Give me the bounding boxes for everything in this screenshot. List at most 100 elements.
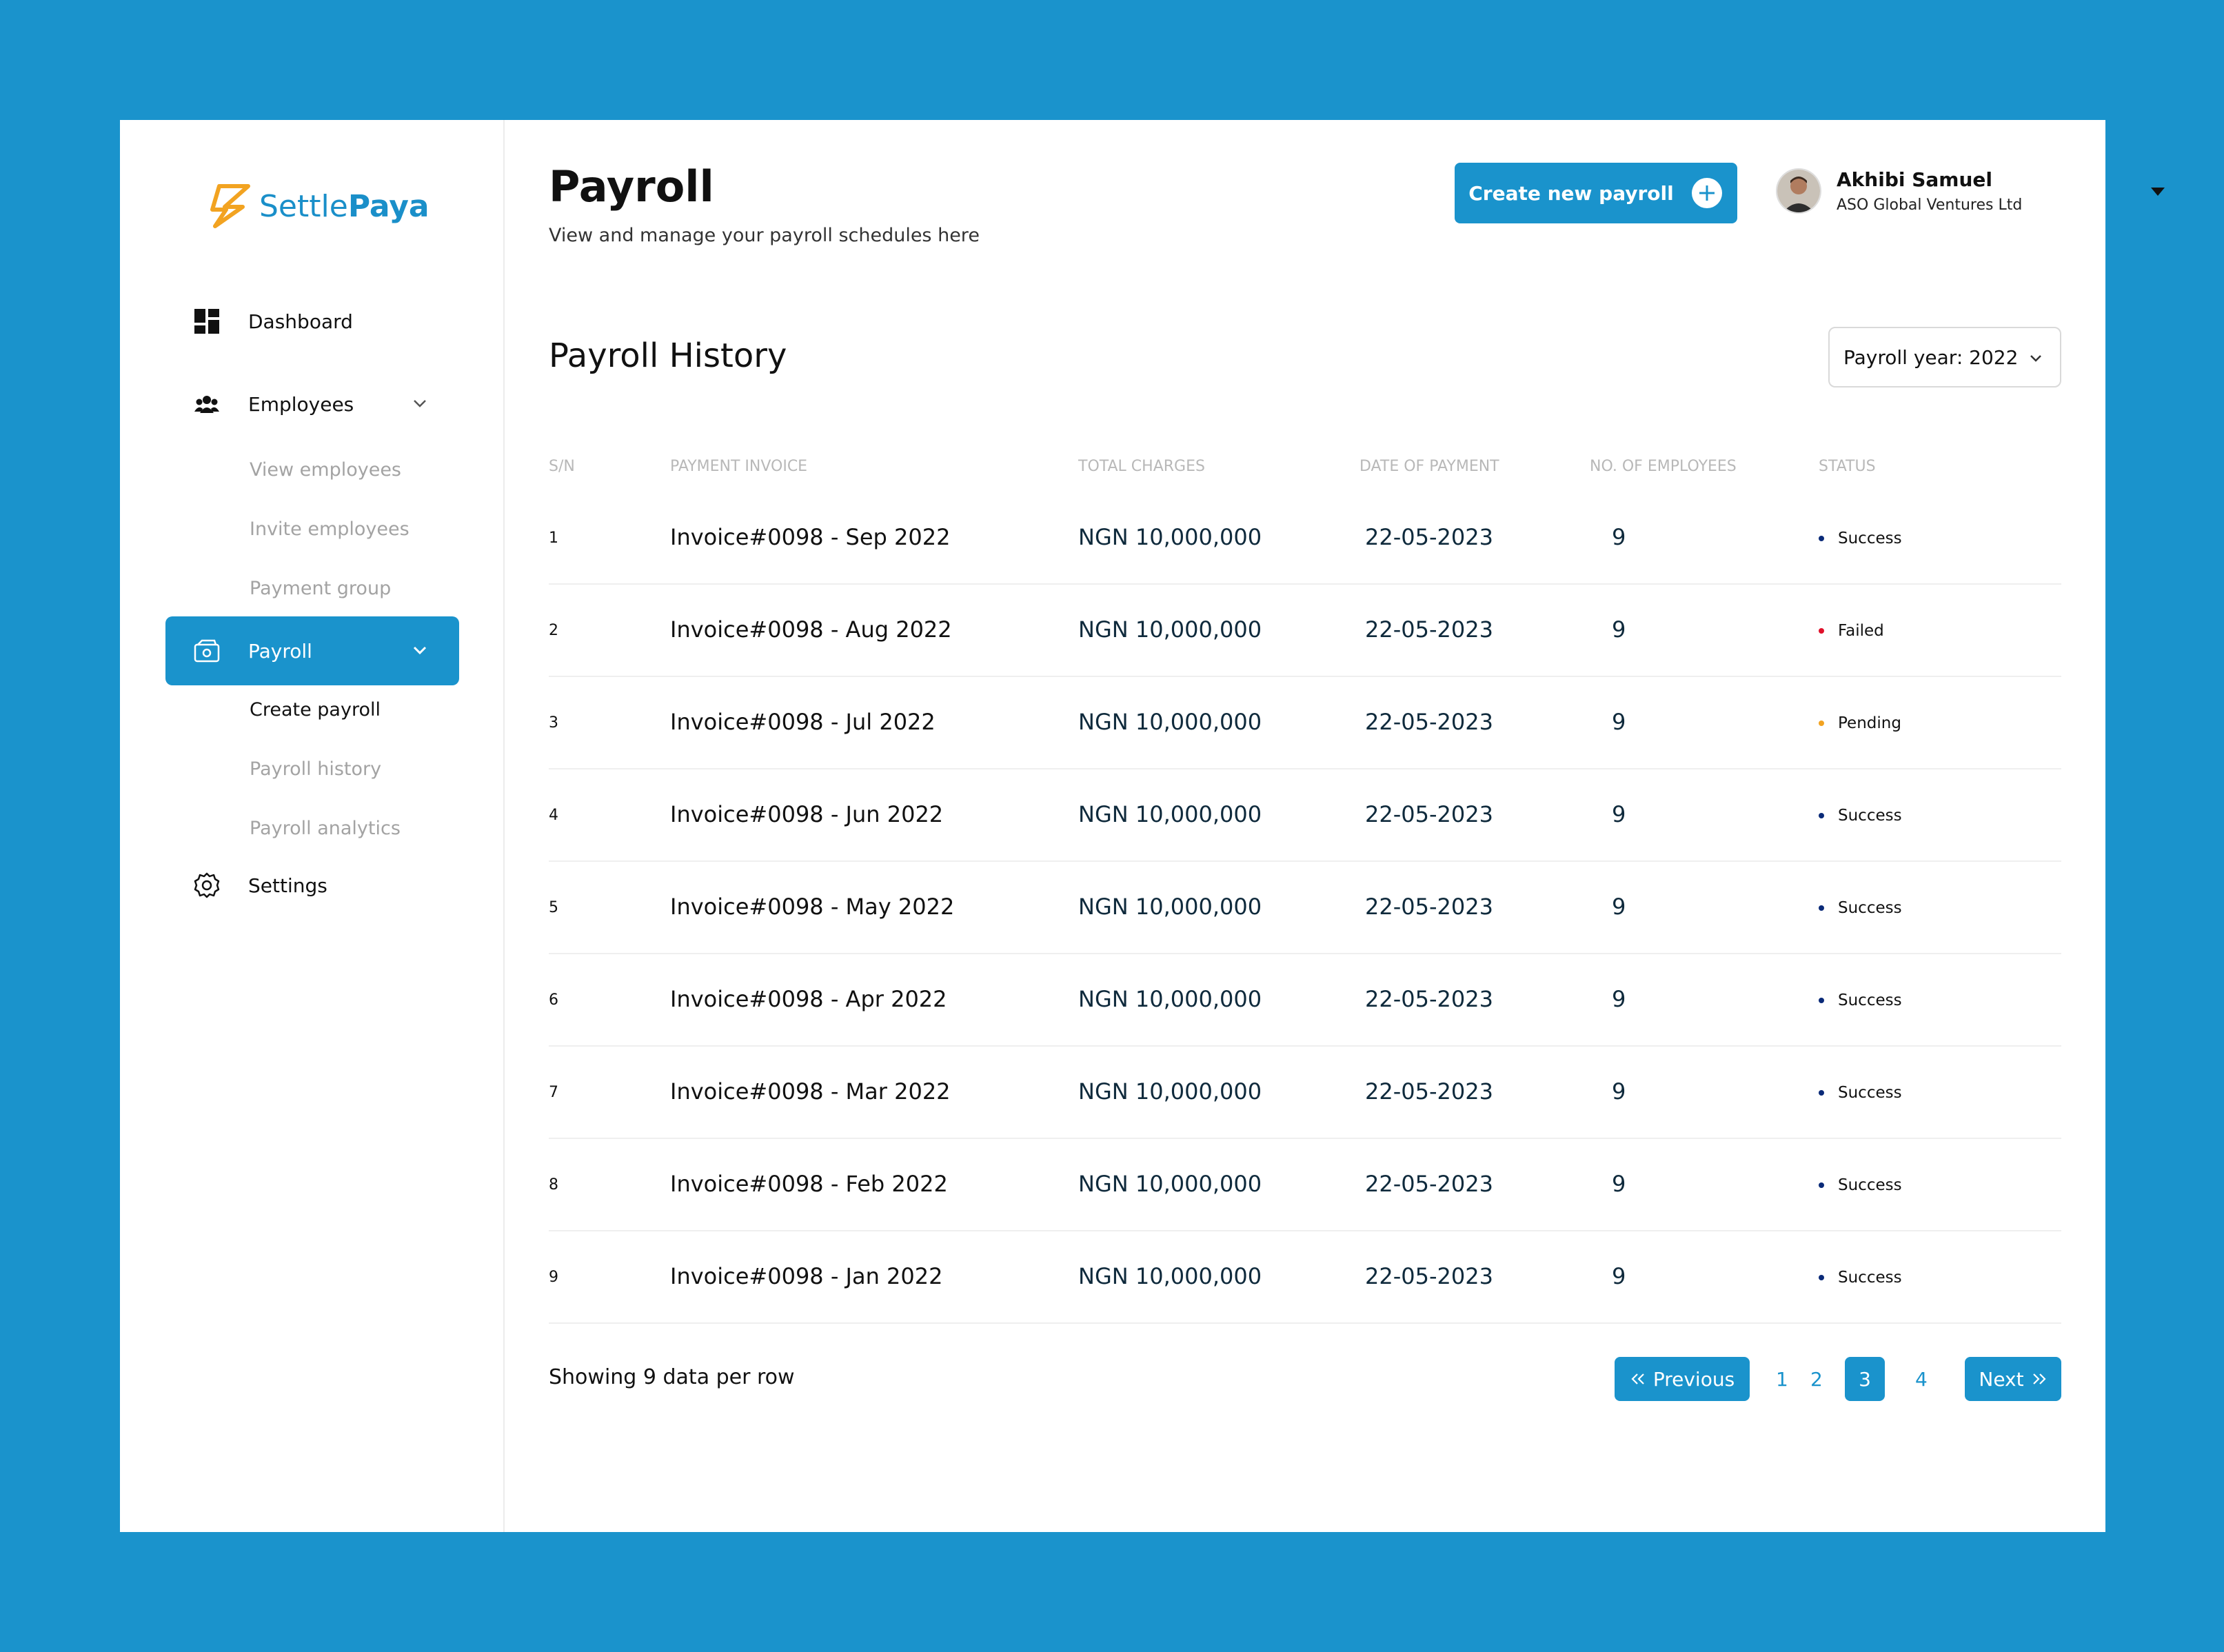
cell-sn: 5 bbox=[549, 899, 558, 916]
sidebar-item-label: Settings bbox=[248, 874, 327, 897]
status-label: Success bbox=[1838, 1084, 1902, 1102]
status-dot-icon bbox=[1819, 813, 1824, 818]
cell-total-charges: NGN 10,000,000 bbox=[1078, 1171, 1262, 1197]
cell-employee-count: 9 bbox=[1612, 524, 1626, 550]
status-label: Success bbox=[1838, 1269, 1902, 1287]
sidebar-subitem-invite-employees[interactable]: Invite employees bbox=[250, 518, 410, 540]
status-dot-icon bbox=[1819, 905, 1824, 911]
payroll-year-select[interactable]: Payroll year: 2022 bbox=[1828, 327, 2061, 387]
dashboard-icon bbox=[193, 308, 221, 335]
chevron-down-icon bbox=[2030, 355, 2041, 362]
cell-invoice[interactable]: Invoice#0098 - Jun 2022 bbox=[670, 801, 943, 827]
cell-invoice[interactable]: Invoice#0098 - Feb 2022 bbox=[670, 1171, 948, 1197]
sidebar-item-settings[interactable]: Settings bbox=[165, 851, 459, 920]
users-icon bbox=[193, 390, 221, 418]
status-badge: Success bbox=[1819, 530, 1902, 547]
sidebar-subitem-create-payroll[interactable]: Create payroll bbox=[250, 699, 381, 721]
table-row[interactable]: 7 Invoice#0098 - Mar 2022 NGN 10,000,000 22… bbox=[549, 1047, 2061, 1139]
page-title: Payroll bbox=[549, 161, 714, 212]
gear-icon bbox=[193, 872, 221, 899]
cell-total-charges: NGN 10,000,000 bbox=[1078, 709, 1262, 735]
cell-sn: 3 bbox=[549, 714, 558, 732]
table-row[interactable]: 5 Invoice#0098 - May 2022 NGN 10,000,000 22… bbox=[549, 862, 2061, 954]
next-label: Next bbox=[1979, 1367, 2024, 1391]
cell-invoice[interactable]: Invoice#0098 - Sep 2022 bbox=[670, 524, 950, 550]
sidebar-item-label: Dashboard bbox=[248, 310, 353, 333]
status-dot-icon bbox=[1819, 628, 1824, 634]
previous-page-button[interactable]: Previous bbox=[1615, 1357, 1750, 1401]
create-button-label: Create new payroll bbox=[1468, 181, 1674, 205]
table-row[interactable]: 4 Invoice#0098 - Jun 2022 NGN 10,000,000 22… bbox=[549, 769, 2061, 862]
cell-date-of-payment: 22-05-2023 bbox=[1365, 986, 1493, 1012]
cell-invoice[interactable]: Invoice#0098 - Aug 2022 bbox=[670, 616, 952, 643]
user-menu[interactable]: Akhibi Samuel ASO Global Ventures Ltd bbox=[1776, 168, 2022, 214]
table-row[interactable]: 1 Invoice#0098 - Sep 2022 NGN 10,000,000 22… bbox=[549, 492, 2061, 585]
sidebar-subitem-view-employees[interactable]: View employees bbox=[250, 459, 401, 481]
status-badge: Pending bbox=[1819, 714, 1901, 732]
table-row[interactable]: 6 Invoice#0098 - Apr 2022 NGN 10,000,000 22… bbox=[549, 954, 2061, 1047]
table-row[interactable]: 9 Invoice#0098 - Jan 2022 NGN 10,000,000 22… bbox=[549, 1231, 2061, 1324]
status-badge: Success bbox=[1819, 991, 1902, 1009]
cell-total-charges: NGN 10,000,000 bbox=[1078, 894, 1262, 920]
cell-invoice[interactable]: Invoice#0098 - Mar 2022 bbox=[670, 1078, 951, 1105]
chevron-down-icon[interactable] bbox=[411, 641, 429, 659]
next-page-button[interactable]: Next bbox=[1965, 1357, 2061, 1401]
cell-date-of-payment: 22-05-2023 bbox=[1365, 1263, 1493, 1289]
double-chevron-left-icon bbox=[1631, 1373, 1644, 1384]
cell-employee-count: 9 bbox=[1612, 986, 1626, 1012]
status-label: Failed bbox=[1838, 622, 1884, 640]
cell-invoice[interactable]: Invoice#0098 - May 2022 bbox=[670, 894, 954, 920]
status-dot-icon bbox=[1819, 721, 1824, 726]
cell-invoice[interactable]: Invoice#0098 - Jan 2022 bbox=[670, 1263, 942, 1289]
sidebar-item-employees[interactable]: Employees bbox=[165, 370, 459, 439]
sidebar-subitem-payroll-analytics[interactable]: Payroll analytics bbox=[250, 818, 401, 839]
column-header-date: DATE OF PAYMENT bbox=[1359, 458, 1499, 475]
status-label: Success bbox=[1838, 899, 1902, 917]
page-1-button[interactable]: 1 bbox=[1776, 1368, 1788, 1391]
cell-sn: 7 bbox=[549, 1084, 558, 1101]
cell-date-of-payment: 22-05-2023 bbox=[1365, 1078, 1493, 1105]
cell-invoice[interactable]: Invoice#0098 - Apr 2022 bbox=[670, 986, 947, 1012]
status-dot-icon bbox=[1819, 1090, 1824, 1096]
payroll-icon bbox=[193, 637, 221, 665]
status-badge: Failed bbox=[1819, 622, 1884, 640]
create-new-payroll-button[interactable]: Create new payroll bbox=[1455, 163, 1737, 223]
chevron-down-icon[interactable] bbox=[411, 394, 429, 412]
brand-logo[interactable]: SettlePaya bbox=[210, 182, 429, 230]
table-row[interactable]: 3 Invoice#0098 - Jul 2022 NGN 10,000,000 22… bbox=[549, 677, 2061, 769]
table-row[interactable]: 8 Invoice#0098 - Feb 2022 NGN 10,000,000 22… bbox=[549, 1139, 2061, 1231]
sidebar-subitem-payment-group[interactable]: Payment group bbox=[250, 578, 391, 599]
app-window: SettlePaya Dashboard Employees View empl… bbox=[120, 120, 2165, 1532]
section-title: Payroll History bbox=[549, 336, 787, 375]
status-label: Success bbox=[1838, 807, 1902, 825]
table-row[interactable]: 2 Invoice#0098 - Aug 2022 NGN 10,000,000 22… bbox=[549, 585, 2061, 677]
page-3-button[interactable]: 3 bbox=[1845, 1357, 1885, 1401]
cell-date-of-payment: 22-05-2023 bbox=[1365, 524, 1493, 550]
double-chevron-right-icon bbox=[2032, 1373, 2046, 1384]
cell-employee-count: 9 bbox=[1612, 1171, 1626, 1197]
page-4-button[interactable]: 4 bbox=[1915, 1368, 1928, 1391]
cell-total-charges: NGN 10,000,000 bbox=[1078, 1263, 1262, 1289]
cell-invoice[interactable]: Invoice#0098 - Jul 2022 bbox=[670, 709, 936, 735]
column-header-employees: NO. OF EMPLOYEES bbox=[1590, 458, 1737, 475]
sidebar-subitem-payroll-history[interactable]: Payroll history bbox=[250, 758, 381, 780]
cell-sn: 2 bbox=[549, 622, 558, 639]
caret-down-icon[interactable] bbox=[2151, 188, 2165, 196]
status-badge: Success bbox=[1819, 899, 1902, 917]
main-content: Payroll View and manage your payroll sch… bbox=[505, 120, 2165, 1532]
pagination: Previous 1 2 3 4 Next bbox=[505, 1357, 2105, 1401]
payroll-year-value: Payroll year: 2022 bbox=[1843, 345, 2019, 369]
status-badge: Success bbox=[1819, 1269, 1902, 1287]
status-dot-icon bbox=[1819, 536, 1824, 541]
cell-sn: 8 bbox=[549, 1176, 558, 1193]
sidebar-item-dashboard[interactable]: Dashboard bbox=[165, 287, 459, 356]
avatar bbox=[1776, 168, 1821, 214]
sidebar-item-payroll[interactable]: Payroll bbox=[165, 616, 459, 685]
status-label: Success bbox=[1838, 530, 1902, 547]
cell-employee-count: 9 bbox=[1612, 1263, 1626, 1289]
table-body: 1 Invoice#0098 - Sep 2022 NGN 10,000,000 22… bbox=[549, 492, 2061, 1324]
cell-sn: 9 bbox=[549, 1269, 558, 1286]
page-2-button[interactable]: 2 bbox=[1810, 1368, 1823, 1391]
user-company: ASO Global Ventures Ltd bbox=[1837, 197, 2023, 214]
column-header-invoice: PAYMENT INVOICE bbox=[670, 458, 808, 475]
